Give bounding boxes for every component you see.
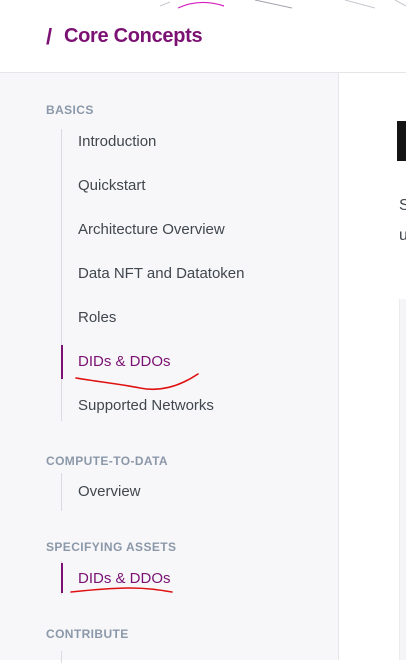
sidebar-item-quickstart[interactable]: Quickstart — [78, 177, 146, 194]
page-heading-fragment — [397, 121, 406, 161]
sidebar-item-dids-ddos[interactable]: DIDs & DDOs — [78, 353, 171, 370]
section-title-basics: BASICS — [46, 103, 94, 117]
sidebar-item-supported-networks[interactable]: Supported Networks — [78, 397, 214, 414]
breadcrumb-separator: / — [46, 24, 53, 49]
sidebar-item-dids-ddos-assets[interactable]: DIDs & DDOs — [78, 570, 171, 587]
sidebar-nav: BASICS Introduction Quickstart Architect… — [0, 73, 339, 663]
sidebar-item-data-nft-and-datatoken[interactable]: Data NFT and Datatoken — [78, 265, 244, 282]
sidebar-item-architecture-overview[interactable]: Architecture Overview — [78, 221, 225, 238]
header-decoration — [159, 0, 406, 9]
sidebar-item-overview[interactable]: Overview — [78, 483, 141, 500]
active-indicator — [61, 345, 63, 379]
section-rail — [61, 651, 62, 663]
section-title-compute-to-data: COMPUTE-TO-DATA — [46, 454, 168, 468]
paragraph-fragment: S — [399, 197, 406, 214]
section-rail — [61, 473, 62, 511]
page-section-title[interactable]: Core Concepts — [64, 25, 203, 48]
site-header: / Core Concepts — [0, 0, 406, 73]
active-indicator — [61, 563, 63, 593]
section-title-contribute: CONTRIBUTE — [46, 627, 129, 641]
code-block-fragment — [399, 299, 406, 660]
section-title-specifying-assets: SPECIFYING ASSETS — [46, 540, 177, 554]
sidebar-item-roles[interactable]: Roles — [78, 309, 116, 326]
main-content: S u — [339, 73, 406, 660]
sidebar-item-introduction[interactable]: Introduction — [78, 133, 156, 150]
paragraph-fragment: u — [399, 227, 406, 244]
